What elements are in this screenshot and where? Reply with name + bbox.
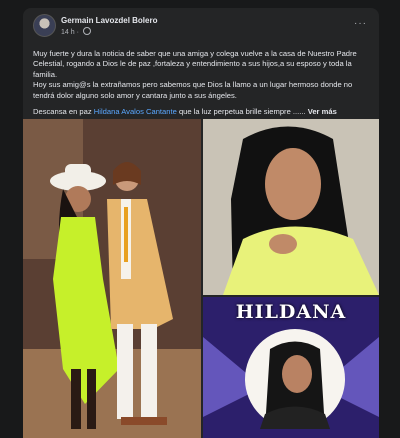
post-paragraph-1: Muy fuerte y dura la noticia de saber qu… (33, 49, 357, 79)
paragraph-3-end: que la luz perpetua brille siempre .....… (176, 107, 308, 117)
post-card: Germain Lavozdel Bolero 14 h · ··· Muy f… (23, 8, 379, 438)
poster-title: HILDANA (235, 301, 347, 323)
post-time[interactable]: 14 h (61, 29, 75, 36)
photo-portrait[interactable] (203, 119, 379, 295)
photo-grid: HILDANA (23, 119, 379, 438)
post-paragraph-3: Descansa en paz Hildana Avalos Cantante … (33, 107, 369, 117)
poster-portrait (260, 341, 330, 429)
portrait-illustration (203, 119, 379, 295)
poster-circle (245, 329, 345, 429)
photo-couple[interactable] (23, 119, 201, 438)
meta-separator: · (76, 29, 79, 36)
post-text: Muy fuerte y dura la noticia de saber qu… (33, 49, 369, 117)
couple-illustration (23, 119, 201, 438)
more-options-icon[interactable]: ··· (354, 18, 367, 29)
post-meta: 14 h · (61, 27, 91, 36)
paragraph-3-start: Descansa en paz (33, 107, 94, 117)
author-name[interactable]: Germain Lavozdel Bolero (61, 16, 157, 25)
post-paragraph-2: Hoy sus amig@s la extrañamos pero sabemo… (33, 80, 353, 100)
globe-icon (82, 27, 91, 35)
mention-link[interactable]: Hildana Avalos Cantante (94, 107, 177, 116)
see-more-link[interactable]: Ver más (308, 107, 337, 116)
author-avatar[interactable] (33, 14, 56, 37)
photo-hildana-poster[interactable]: HILDANA (203, 297, 379, 438)
